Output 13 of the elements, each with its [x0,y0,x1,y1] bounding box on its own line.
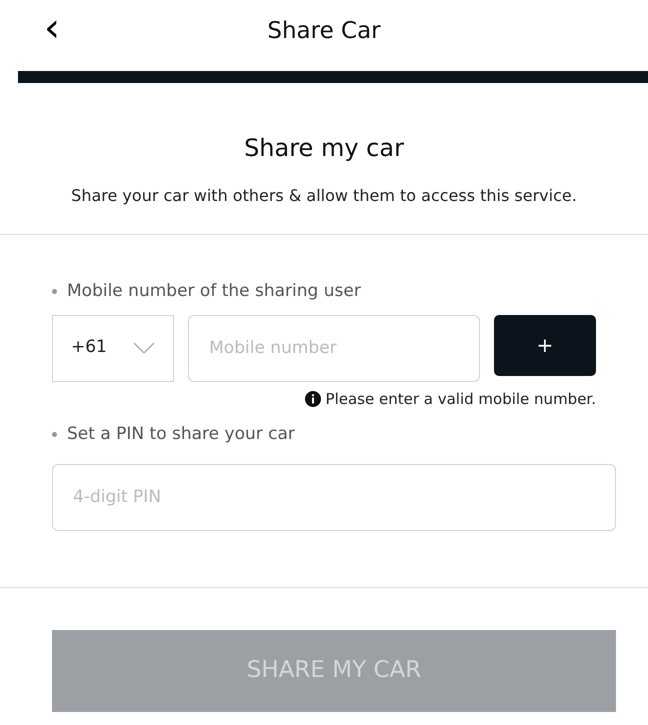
chevron-down-icon [133,342,156,354]
section-heading: Share my car [244,133,404,164]
intro-text: Share your car with others & allow them to access this service. [71,185,577,207]
page-title: Share Car [267,16,381,46]
country-code-dropdown[interactable]: +61 [52,314,174,382]
mobile-number-field[interactable]: Mobile number [188,314,480,382]
back-icon[interactable]: ‹ [44,6,60,50]
field-label: Set a PIN to share your car [67,423,295,446]
field-label: Mobile number of the sharing user [67,280,361,303]
error-message: Please enter a valid mobile number. [326,388,596,410]
add-button[interactable]: + [494,314,596,376]
pin-field[interactable]: 4-digit PIN [52,464,616,530]
info-icon [304,390,321,407]
